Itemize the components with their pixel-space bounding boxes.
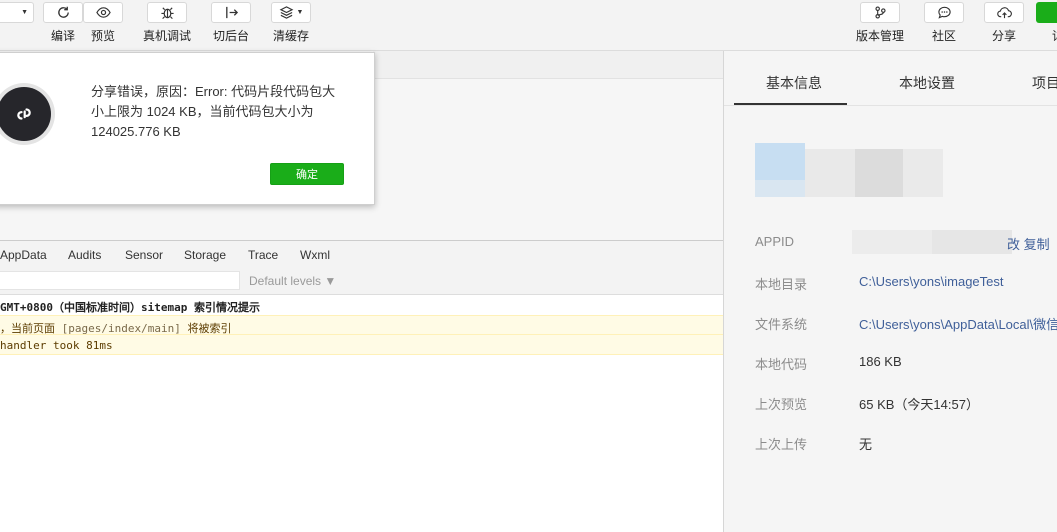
local-dir-link[interactable]: C:\Users\yons\imageTest <box>859 274 1004 289</box>
background-button[interactable]: 切后台 <box>203 0 259 44</box>
info-label-last-preview: 上次预览 <box>755 397 808 412</box>
console-line: GMT+0800（中国标准时间）sitemap 索引情况提示 <box>0 295 723 315</box>
version-button[interactable]: 版本管理 <box>852 0 908 44</box>
chevron-down-icon: ▼ <box>296 9 304 16</box>
console-filter-input[interactable] <box>0 271 240 290</box>
error-message-line: 小上限为 1024 KB，当前代码包大小为 <box>91 104 314 119</box>
layers-icon <box>279 6 293 19</box>
error-message-line: 124025.776 KB <box>91 124 181 139</box>
share-button[interactable]: 分享 <box>976 0 1032 44</box>
console-filter-bar: Default levels ▼ <box>0 268 723 295</box>
project-name-blurred <box>805 149 855 197</box>
switch-background-icon <box>225 6 238 19</box>
console-line-text: 将被索引 <box>180 322 232 335</box>
chat-icon <box>937 6 951 19</box>
community-label: 社区 <box>931 29 956 43</box>
tab-storage[interactable]: Storage <box>184 248 226 262</box>
tab-sensor[interactable]: Sensor <box>125 248 163 262</box>
project-info-panel: 基本信息 本地设置 项目 APPID 改 复制 本地目录 C:\Users\yo… <box>723 51 1057 532</box>
error-message: 分享错误，原因：Error: 代码片段代码包大 小上限为 1024 KB，当前代… <box>91 82 353 142</box>
clear-cache-label: 清缓存 <box>272 29 309 43</box>
console-output: GMT+0800（中国标准时间）sitemap 索引情况提示 ，当前页面 [pa… <box>0 295 723 532</box>
toolbar: ▼ 编译 预览 真机调试 切后台 ▼ 清缓存 版本管理 社区 分享 <box>0 0 1057 51</box>
share-error-dialog: 分享错误，原因：Error: 代码片段代码包大 小上限为 1024 KB，当前代… <box>0 52 375 205</box>
info-label-local-dir: 本地目录 <box>755 277 808 292</box>
avatar-blurred <box>755 180 805 197</box>
eye-icon <box>95 7 111 18</box>
details-label: 详 <box>1036 27 1057 44</box>
error-message-line: 分享错误，原因：Error: 代码片段代码包大 <box>91 84 336 99</box>
tab-wxml[interactable]: Wxml <box>300 248 330 262</box>
last-upload-value: 无 <box>859 437 873 452</box>
version-label: 版本管理 <box>855 29 904 43</box>
preview-button[interactable]: 预览 <box>75 0 131 44</box>
local-code-size: 186 KB <box>859 354 902 369</box>
cloud-upload-icon <box>996 7 1012 19</box>
console-line-text: ，当前页面 <box>0 322 62 335</box>
divider <box>724 105 1057 106</box>
console-page-path: [pages/index/main] <box>61 322 181 335</box>
background-label: 切后台 <box>212 29 249 43</box>
project-name-blurred <box>903 149 943 197</box>
info-label-filesystem: 文件系统 <box>755 317 808 332</box>
info-label-appid: APPID <box>755 234 795 249</box>
last-preview-value: 65 KB（今天14:57） <box>859 397 979 412</box>
tab-trace[interactable]: Trace <box>248 248 278 262</box>
mini-program-logo <box>0 83 55 145</box>
details-button[interactable]: 详 <box>1036 0 1057 44</box>
bug-icon <box>160 7 174 19</box>
remote-debug-label: 真机调试 <box>142 29 191 43</box>
branch-icon <box>874 6 886 19</box>
console-warning-line: handler took 81ms <box>0 335 723 355</box>
tab-audits[interactable]: Audits <box>68 248 101 262</box>
tab-basic-info[interactable]: 基本信息 <box>766 73 822 93</box>
info-label-local-code: 本地代码 <box>755 357 808 372</box>
filesystem-link[interactable]: C:\Users\yons\AppData\Local\微信 <box>859 314 1057 333</box>
tab-appdata[interactable]: AppData <box>0 248 47 262</box>
confirm-button[interactable]: 确定 <box>270 163 344 185</box>
avatar-blurred <box>755 143 805 180</box>
console-line-text: handler took 81ms <box>0 339 113 352</box>
project-name-blurred <box>855 149 903 197</box>
devtools-tabbar: AppData Audits Sensor Storage Trace Wxml <box>0 240 723 269</box>
info-label-last-upload: 上次上传 <box>755 437 808 452</box>
log-levels-select[interactable]: Default levels ▼ <box>249 274 336 288</box>
mini-program-icon <box>17 108 31 120</box>
appid-copy-link[interactable]: 改 复制 <box>1007 234 1050 253</box>
tab-local-settings[interactable]: 本地设置 <box>899 73 955 93</box>
console-line-text: GMT+0800（中国标准时间）sitemap 索引情况提示 <box>0 301 260 314</box>
share-label: 分享 <box>991 29 1016 43</box>
chevron-down-icon: ▼ <box>21 9 28 16</box>
clear-cache-button[interactable]: ▼ 清缓存 <box>263 0 319 44</box>
simulator-header <box>373 51 723 79</box>
appid-blurred <box>852 230 932 254</box>
tab-project[interactable]: 项目 <box>1032 73 1057 93</box>
refresh-icon <box>57 6 69 18</box>
console-warning-line: ，当前页面 [pages/index/main] 将被索引 <box>0 315 723 335</box>
remote-debug-button[interactable]: 真机调试 <box>139 0 195 44</box>
preview-label: 预览 <box>90 29 115 43</box>
community-button[interactable]: 社区 <box>916 0 972 44</box>
